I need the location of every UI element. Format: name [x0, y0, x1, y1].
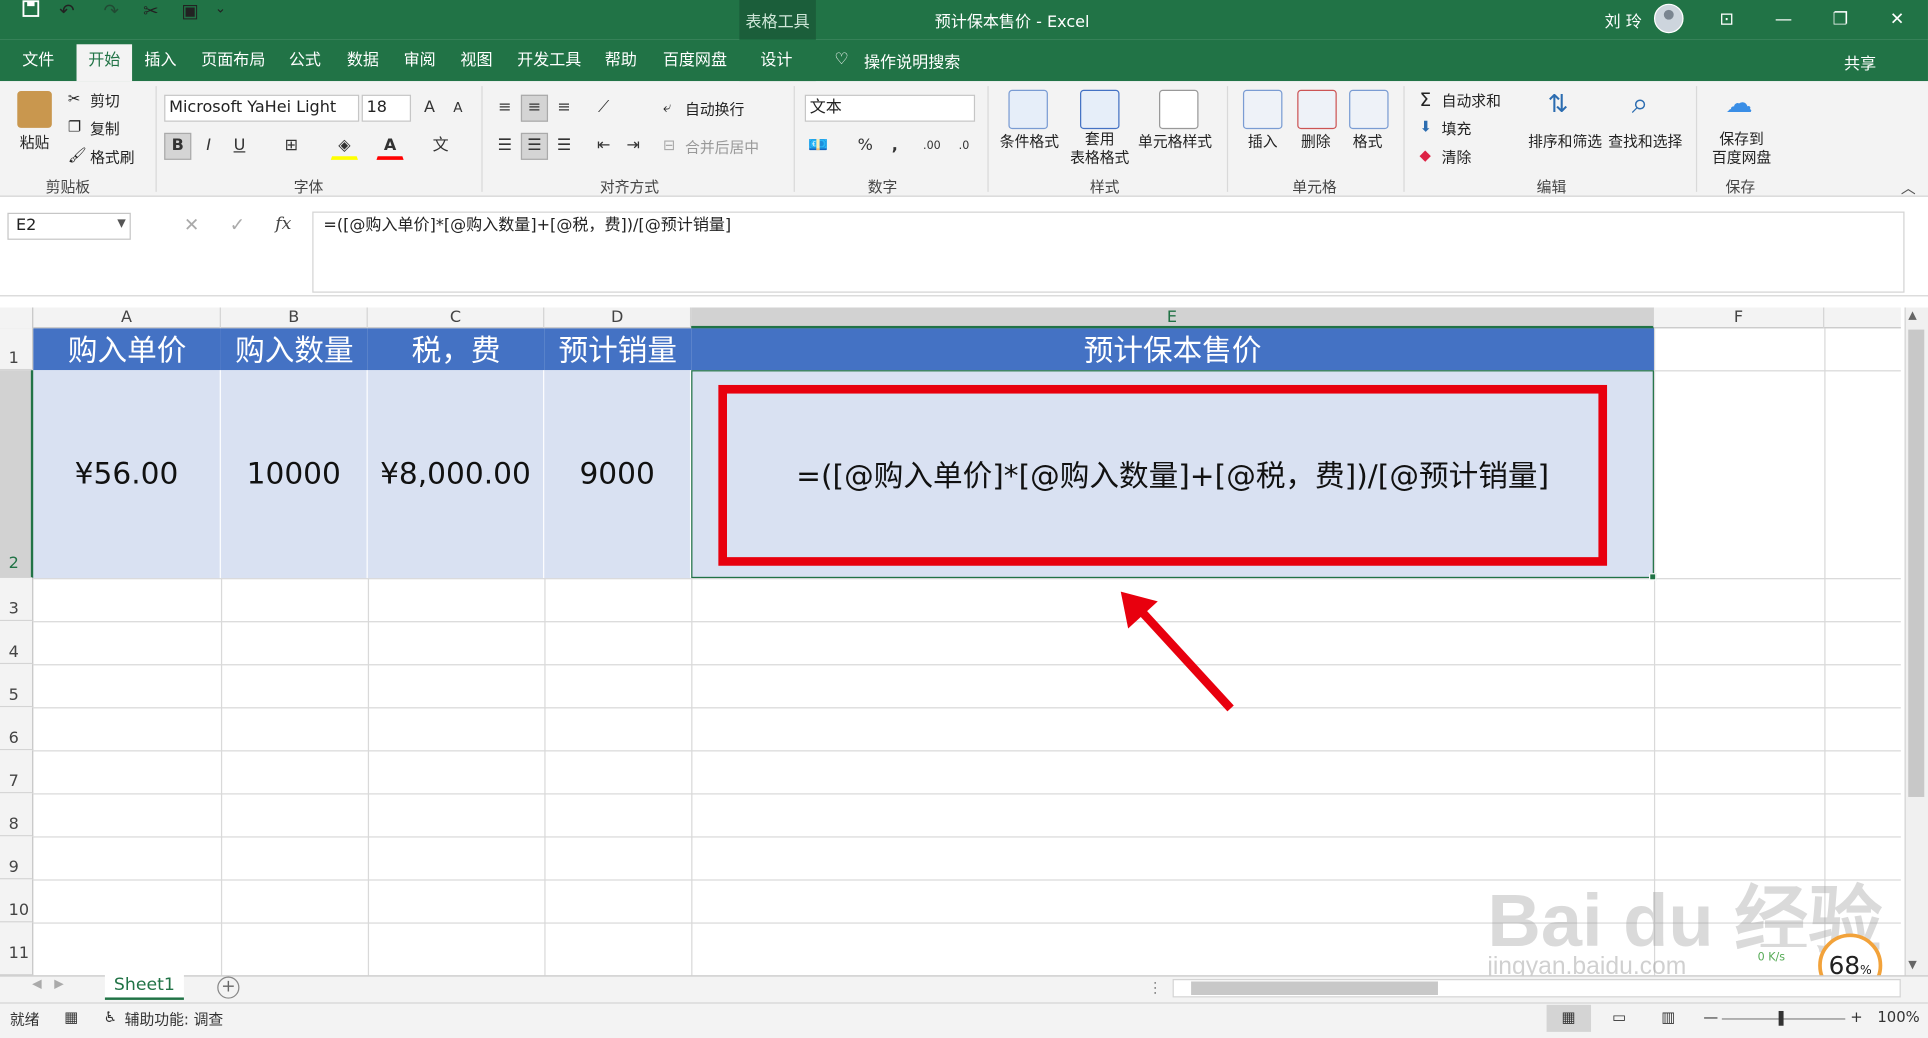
zoom-out-icon[interactable]: — — [1703, 1009, 1718, 1026]
vertical-scroll-thumb[interactable] — [1908, 329, 1925, 797]
zoom-in-icon[interactable]: + — [1850, 1009, 1862, 1026]
accessibility-status[interactable]: 辅助功能: 调查 — [125, 1009, 224, 1030]
zoom-slider-thumb[interactable] — [1778, 1010, 1784, 1026]
page-layout-view-icon[interactable]: ▭ — [1612, 1009, 1626, 1026]
macro-record-icon[interactable]: ▦ — [64, 1009, 78, 1026]
horizontal-scroll-thumb[interactable] — [1191, 981, 1438, 995]
zoom-level[interactable]: 100% — [1877, 1009, 1919, 1026]
scroll-down-icon[interactable]: ▼ — [1908, 959, 1917, 971]
page-break-view-icon[interactable]: ▥ — [1661, 1009, 1675, 1026]
splitter-icon[interactable]: ⋮ — [1148, 979, 1163, 996]
sheet-tab[interactable]: Sheet1 — [104, 972, 184, 1000]
scroll-up-icon[interactable]: ▲ — [1908, 310, 1917, 322]
next-sheet-icon[interactable]: ▶ — [54, 978, 64, 992]
normal-view-icon: ▦ — [1561, 1008, 1576, 1026]
prev-sheet-icon[interactable]: ◀ — [32, 978, 42, 992]
add-sheet-icon[interactable]: + — [217, 976, 240, 999]
status-ready: 就绪 — [9, 1010, 40, 1029]
accessibility-icon[interactable]: ♿ — [104, 1009, 117, 1026]
status-bar — [0, 1002, 1928, 1038]
